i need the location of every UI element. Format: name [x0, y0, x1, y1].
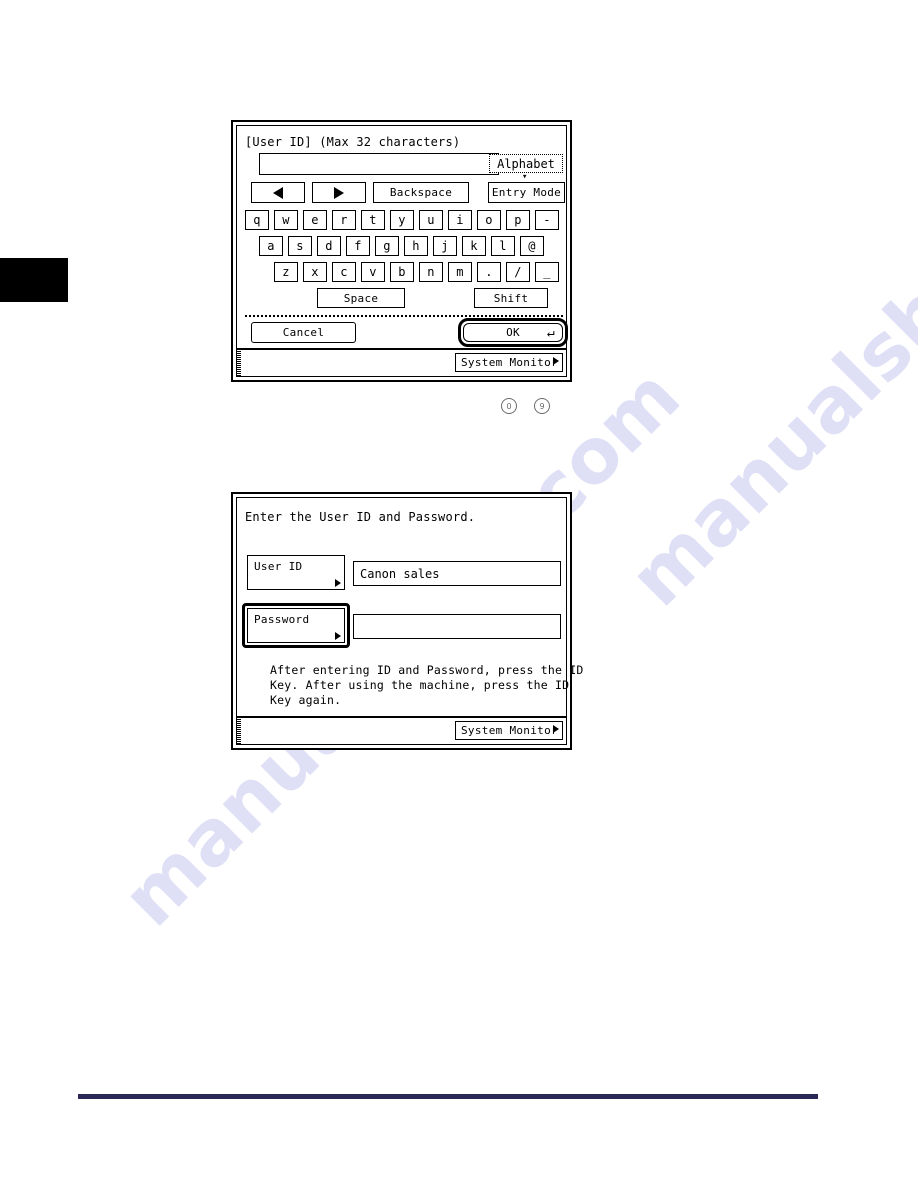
key-c[interactable]: c — [332, 262, 358, 284]
instruction-line: Key. After using the machine, press the … — [270, 678, 570, 692]
instruction-line: After entering ID and Password, press th… — [270, 663, 584, 677]
key-b[interactable]: b — [390, 262, 416, 284]
key-n[interactable]: n — [419, 262, 445, 284]
key-d[interactable]: d — [317, 236, 343, 258]
password-value-field — [353, 614, 561, 639]
key-s[interactable]: s — [288, 236, 314, 258]
instruction-line: Key again. — [270, 693, 342, 707]
shift-button[interactable]: Shift — [474, 288, 550, 310]
user-id-input[interactable] — [259, 153, 499, 175]
cancel-button[interactable]: Cancel — [251, 322, 358, 345]
key-a[interactable]: a — [259, 236, 285, 258]
key-z[interactable]: z — [274, 262, 300, 284]
key-g[interactable]: g — [375, 236, 401, 258]
key-m[interactable]: m — [448, 262, 474, 284]
key-v[interactable]: v — [361, 262, 387, 284]
entry-mode-button[interactable]: Entry Mode — [488, 182, 567, 205]
key-j[interactable]: j — [433, 236, 459, 258]
key-period[interactable]: . — [477, 262, 503, 284]
cursor-right-button[interactable] — [312, 182, 368, 205]
ok-button[interactable]: OK ↵ — [463, 323, 565, 344]
system-monitor-label: System Monitor — [461, 724, 558, 737]
key-l[interactable]: l — [491, 236, 517, 258]
key-k[interactable]: k — [462, 236, 488, 258]
key-h[interactable]: h — [404, 236, 430, 258]
watermark-text: manualshive.com — [612, 31, 918, 623]
keyboard-screen: [User ID] (Max 32 characters) Alphabet ▾… — [236, 125, 568, 349]
key-e[interactable]: e — [303, 210, 329, 232]
arrow-right-icon — [335, 579, 341, 587]
alphabet-mode-tab[interactable]: Alphabet — [489, 154, 563, 173]
key-slash[interactable]: / — [506, 262, 532, 284]
key-x[interactable]: x — [303, 262, 329, 284]
login-panel: Enter the User ID and Password. User ID … — [231, 492, 583, 750]
key-u[interactable]: u — [419, 210, 445, 232]
chevron-down-icon: ▾ — [522, 172, 528, 182]
login-prompt: Enter the User ID and Password. — [245, 510, 476, 524]
key-t[interactable]: t — [361, 210, 387, 232]
system-monitor-button[interactable]: System Monitor — [455, 353, 565, 374]
user-id-value-field: Canon sales — [353, 561, 561, 586]
cursor-left-button[interactable] — [251, 182, 307, 205]
footer-rule — [78, 1094, 818, 1099]
backspace-button[interactable]: Backspace — [373, 182, 471, 205]
password-button[interactable]: Password — [247, 608, 347, 645]
space-button[interactable]: Space — [317, 288, 407, 310]
arrow-right-icon — [553, 725, 559, 733]
key-w[interactable]: w — [274, 210, 300, 232]
ok-button-label: OK — [506, 326, 520, 339]
password-button-label: Password — [254, 613, 310, 626]
page-title: [User ID] (Max 32 characters) — [245, 135, 461, 149]
keyboard-status-bar: System Monitor — [236, 349, 567, 377]
arrow-right-icon — [553, 357, 559, 365]
enter-arrow-icon: ↵ — [546, 325, 555, 340]
key-o[interactable]: o — [477, 210, 503, 232]
key-hyphen[interactable]: - — [535, 210, 561, 232]
key-y[interactable]: y — [390, 210, 416, 232]
key-underscore[interactable]: _ — [535, 262, 561, 284]
keyboard-panel: [User ID] (Max 32 characters) Alphabet ▾… — [231, 120, 572, 382]
login-status-bar: System Monitor — [236, 717, 567, 745]
arrow-right-icon — [334, 186, 344, 199]
separator — [245, 315, 563, 317]
chapter-thumb-tab — [0, 258, 68, 302]
system-monitor-button[interactable]: System Monitor — [455, 721, 565, 742]
step-marker: 0 — [501, 398, 517, 414]
arrow-right-icon — [335, 632, 341, 640]
key-p[interactable]: p — [506, 210, 532, 232]
user-id-button[interactable]: User ID — [247, 555, 347, 592]
login-screen: Enter the User ID and Password. User ID … — [236, 497, 583, 717]
system-monitor-label: System Monitor — [461, 356, 558, 369]
step-marker: 9 — [534, 398, 550, 414]
key-at[interactable]: @ — [520, 236, 546, 258]
key-f[interactable]: f — [346, 236, 372, 258]
key-i[interactable]: i — [448, 210, 474, 232]
key-r[interactable]: r — [332, 210, 358, 232]
arrow-left-icon — [273, 186, 283, 199]
key-q[interactable]: q — [245, 210, 271, 232]
user-id-button-label: User ID — [254, 560, 303, 573]
